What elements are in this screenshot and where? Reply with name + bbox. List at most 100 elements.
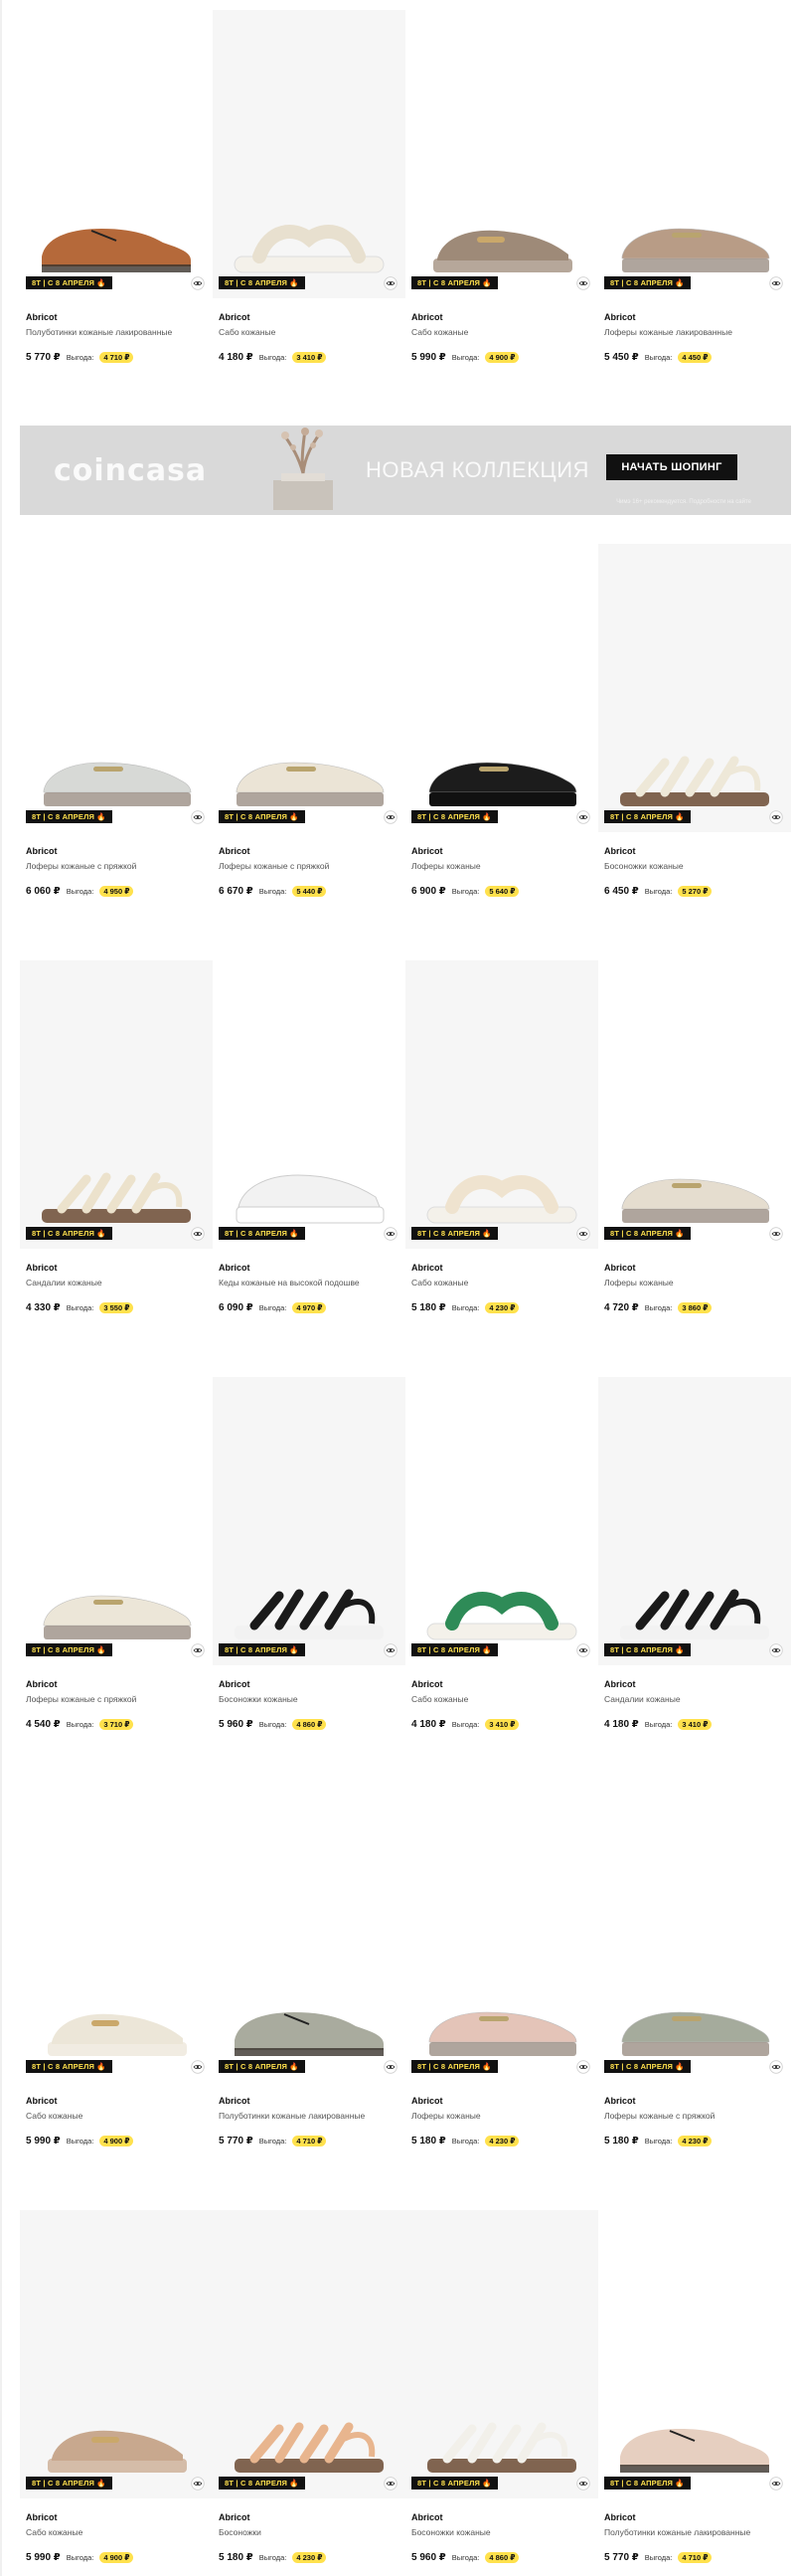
product-image[interactable]: [405, 1794, 598, 2082]
quick-view-eye-icon[interactable]: [384, 2060, 398, 2074]
quick-view-eye-icon[interactable]: [191, 1227, 205, 1241]
product-description: Полуботинки кожаные лакированные: [26, 327, 173, 337]
quick-view-eye-icon[interactable]: [191, 276, 205, 290]
product-card[interactable]: 8Т | С 8 АПРЕЛЯ 🔥 Abricot Сабо кожаные 4…: [405, 1377, 598, 1755]
price-row: 4 180 ₽ Выгода: 3 410 ₽: [219, 352, 327, 363]
gain-value: 4 710 ₽: [292, 2136, 327, 2147]
product-price: 5 770 ₽: [219, 2136, 253, 2147]
product-price: 6 900 ₽: [411, 886, 446, 897]
product-image[interactable]: [213, 544, 405, 832]
product-brand: Abricot: [604, 846, 636, 856]
product-price: 5 960 ₽: [219, 1719, 253, 1730]
product-card[interactable]: 8Т | С 8 АПРЕЛЯ 🔥 Abricot Сандалии кожан…: [598, 1377, 791, 1755]
quick-view-eye-icon[interactable]: [576, 276, 590, 290]
product-price: 6 090 ₽: [219, 1302, 253, 1313]
product-card[interactable]: 8Т | С 8 АПРЕЛЯ 🔥 Abricot Лоферы кожаные…: [598, 1794, 791, 2171]
product-description: Кеды кожаные на высокой подошве: [219, 1278, 360, 1288]
product-image[interactable]: [598, 10, 791, 298]
product-brand: Abricot: [604, 1679, 636, 1689]
product-image[interactable]: [213, 10, 405, 298]
quick-view-eye-icon[interactable]: [576, 1643, 590, 1657]
product-image[interactable]: [598, 960, 791, 1249]
product-card[interactable]: 8Т | С 8 АПРЕЛЯ 🔥 Abricot Лоферы кожаные…: [405, 544, 598, 922]
quick-view-eye-icon[interactable]: [384, 1227, 398, 1241]
product-card[interactable]: 8Т | С 8 АПРЕЛЯ 🔥 Abricot Полуботинки ко…: [598, 2210, 791, 2576]
gain-label: Выгода:: [66, 2137, 94, 2146]
product-image[interactable]: [213, 1794, 405, 2082]
product-card[interactable]: 8Т | С 8 АПРЕЛЯ 🔥 Abricot Сандалии кожан…: [20, 960, 213, 1338]
gain-label: Выгода:: [66, 887, 94, 896]
quick-view-eye-icon[interactable]: [191, 2477, 205, 2490]
product-card[interactable]: 8Т | С 8 АПРЕЛЯ 🔥 Abricot Босоножки кожа…: [213, 1377, 405, 1755]
quick-view-eye-icon[interactable]: [769, 1643, 783, 1657]
product-card[interactable]: 8Т | С 8 АПРЕЛЯ 🔥 Abricot Кеды кожаные н…: [213, 960, 405, 1338]
quick-view-eye-icon[interactable]: [576, 2477, 590, 2490]
product-card[interactable]: 8Т | С 8 АПРЕЛЯ 🔥 Abricot Лоферы кожаные…: [213, 544, 405, 922]
quick-view-eye-icon[interactable]: [769, 810, 783, 824]
product-card[interactable]: 8Т | С 8 АПРЕЛЯ 🔥 Abricot Босоножки 5 18…: [213, 2210, 405, 2576]
price-row: 5 990 ₽ Выгода: 4 900 ₽: [26, 2552, 134, 2563]
product-image[interactable]: [213, 960, 405, 1249]
product-image[interactable]: [405, 10, 598, 298]
promo-banner[interactable]: coincasa НОВАЯ КОЛЛЕКЦИЯ НАЧАТЬ ШОПИНГ Ч…: [20, 426, 791, 515]
product-price: 5 180 ₽: [411, 2136, 446, 2147]
product-card[interactable]: 8Т | С 8 АПРЕЛЯ 🔥 Abricot Полуботинки ко…: [20, 10, 213, 388]
quick-view-eye-icon[interactable]: [191, 1643, 205, 1657]
product-card[interactable]: 8Т | С 8 АПРЕЛЯ 🔥 Abricot Босоножки кожа…: [598, 544, 791, 922]
product-card[interactable]: 8Т | С 8 АПРЕЛЯ 🔥 Abricot Лоферы кожаные…: [20, 1377, 213, 1755]
quick-view-eye-icon[interactable]: [769, 276, 783, 290]
promo-badge: 8Т | С 8 АПРЕЛЯ 🔥: [604, 1643, 691, 1656]
quick-view-eye-icon[interactable]: [384, 2477, 398, 2490]
quick-view-eye-icon[interactable]: [384, 810, 398, 824]
product-card[interactable]: 8Т | С 8 АПРЕЛЯ 🔥 Abricot Сабо кожаные 5…: [20, 2210, 213, 2576]
product-image[interactable]: [598, 2210, 791, 2498]
page-edge: [0, 0, 2, 2576]
product-image[interactable]: [20, 544, 213, 832]
product-image[interactable]: [20, 1377, 213, 1665]
product-brand: Abricot: [411, 2096, 443, 2106]
quick-view-eye-icon[interactable]: [769, 1227, 783, 1241]
product-image[interactable]: [405, 544, 598, 832]
product-description: Лоферы кожаные с пряжкой: [26, 1694, 137, 1704]
product-image[interactable]: [598, 1377, 791, 1665]
product-image[interactable]: [405, 960, 598, 1249]
product-card[interactable]: 8Т | С 8 АПРЕЛЯ 🔥 Abricot Сабо кожаные 4…: [213, 10, 405, 388]
product-card[interactable]: 8Т | С 8 АПРЕЛЯ 🔥 Abricot Сабо кожаные 5…: [405, 960, 598, 1338]
product-description: Лоферы кожаные с пряжкой: [219, 861, 330, 871]
product-card[interactable]: 8Т | С 8 АПРЕЛЯ 🔥 Abricot Полуботинки ко…: [213, 1794, 405, 2171]
quick-view-eye-icon[interactable]: [576, 1227, 590, 1241]
product-image[interactable]: [20, 2210, 213, 2498]
banner-title: НОВАЯ КОЛЛЕКЦИЯ: [366, 457, 589, 482]
product-card[interactable]: 8Т | С 8 АПРЕЛЯ 🔥 Abricot Сабо кожаные 5…: [20, 1794, 213, 2171]
product-image[interactable]: [213, 2210, 405, 2498]
product-card[interactable]: 8Т | С 8 АПРЕЛЯ 🔥 Abricot Босоножки кожа…: [405, 2210, 598, 2576]
product-card[interactable]: 8Т | С 8 АПРЕЛЯ 🔥 Abricot Лоферы кожаные…: [598, 960, 791, 1338]
gain-value: 5 440 ₽: [292, 886, 327, 897]
gain-value: 4 860 ₽: [485, 2552, 520, 2563]
product-image[interactable]: [598, 544, 791, 832]
product-image[interactable]: [598, 1794, 791, 2082]
start-shopping-button[interactable]: НАЧАТЬ ШОПИНГ: [606, 454, 737, 480]
quick-view-eye-icon[interactable]: [769, 2477, 783, 2490]
quick-view-eye-icon[interactable]: [576, 810, 590, 824]
quick-view-eye-icon[interactable]: [576, 2060, 590, 2074]
quick-view-eye-icon[interactable]: [191, 810, 205, 824]
product-image[interactable]: [405, 2210, 598, 2498]
quick-view-eye-icon[interactable]: [191, 2060, 205, 2074]
product-price: 6 450 ₽: [604, 886, 639, 897]
price-row: 5 960 ₽ Выгода: 4 860 ₽: [411, 2552, 520, 2563]
product-image[interactable]: [405, 1377, 598, 1665]
product-card[interactable]: 8Т | С 8 АПРЕЛЯ 🔥 Abricot Лоферы кожаные…: [598, 10, 791, 388]
product-image[interactable]: [20, 960, 213, 1249]
promo-badge: 8Т | С 8 АПРЕЛЯ 🔥: [411, 1643, 498, 1656]
product-image[interactable]: [213, 1377, 405, 1665]
product-image[interactable]: [20, 1794, 213, 2082]
gain-label: Выгода:: [258, 2137, 287, 2146]
product-card[interactable]: 8Т | С 8 АПРЕЛЯ 🔥 Abricot Лоферы кожаные…: [405, 1794, 598, 2171]
quick-view-eye-icon[interactable]: [769, 2060, 783, 2074]
quick-view-eye-icon[interactable]: [384, 1643, 398, 1657]
product-image[interactable]: [20, 10, 213, 298]
product-card[interactable]: 8Т | С 8 АПРЕЛЯ 🔥 Abricot Сабо кожаные 5…: [405, 10, 598, 388]
quick-view-eye-icon[interactable]: [384, 276, 398, 290]
product-card[interactable]: 8Т | С 8 АПРЕЛЯ 🔥 Abricot Лоферы кожаные…: [20, 544, 213, 922]
